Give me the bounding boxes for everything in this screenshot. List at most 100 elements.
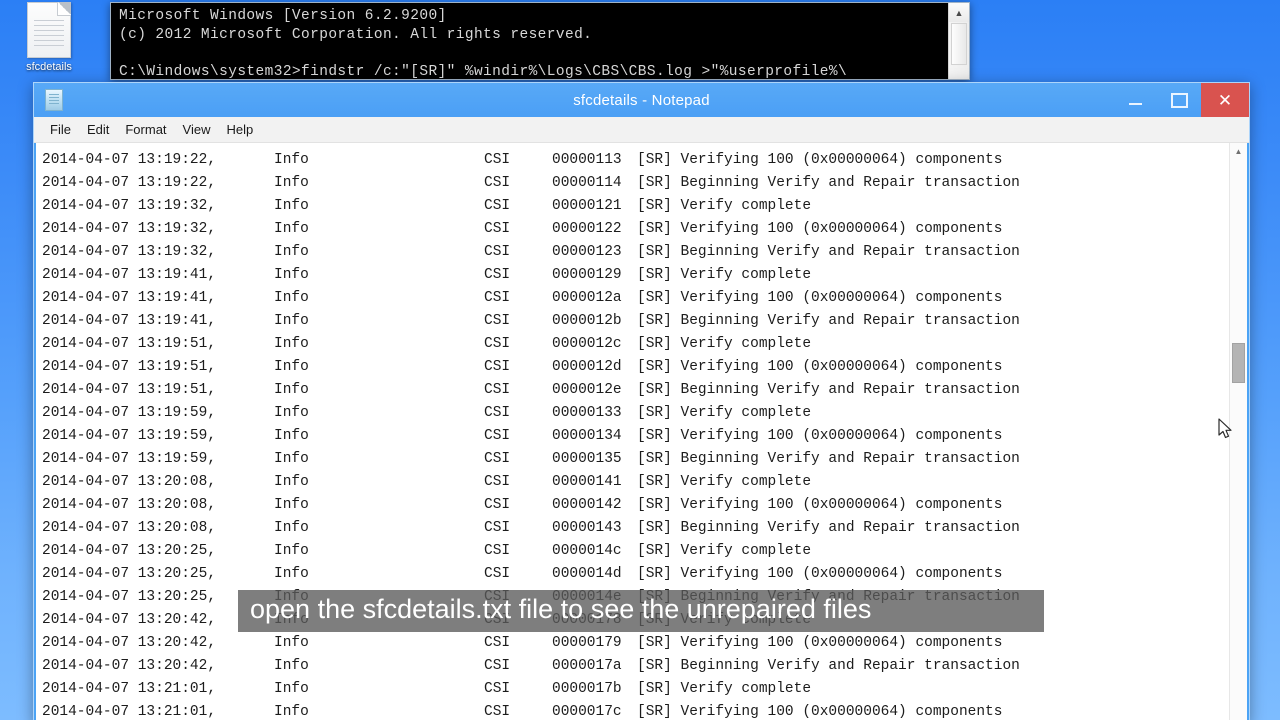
log-message: [SR] Verify complete bbox=[637, 405, 812, 421]
log-line: 2014-04-07 13:19:59, Info CSI 00000133 [SR] … bbox=[42, 402, 1229, 425]
log-source: CSI bbox=[484, 382, 511, 398]
log-timestamp: 2014-04-07 13:20:42, bbox=[42, 658, 217, 674]
scroll-up-arrow-icon[interactable]: ▲ bbox=[1230, 143, 1247, 160]
log-timestamp: 2014-04-07 13:19:51, bbox=[42, 382, 217, 398]
log-level: Info bbox=[274, 382, 309, 398]
log-id: 00000114 bbox=[552, 175, 622, 191]
file-icon-lines bbox=[34, 20, 64, 50]
log-timestamp: 2014-04-07 13:20:25, bbox=[42, 566, 217, 582]
log-message: [SR] Verify complete bbox=[637, 474, 812, 490]
log-line: 2014-04-07 13:20:42, Info CSI 0000017a [SR] … bbox=[42, 655, 1229, 678]
desktop-icon-sfcdetails[interactable]: sfcdetails bbox=[6, 2, 92, 74]
log-source: CSI bbox=[484, 152, 511, 168]
log-timestamp: 2014-04-07 13:19:32, bbox=[42, 221, 217, 237]
log-line: 2014-04-07 13:21:01, Info CSI 0000017c [SR] … bbox=[42, 701, 1229, 720]
menu-bar: File Edit Format View Help bbox=[34, 117, 1249, 143]
log-line: 2014-04-07 13:19:51, Info CSI 0000012d [SR] … bbox=[42, 356, 1229, 379]
caption-overlay: open the sfcdetails.txt file to see the … bbox=[238, 590, 1044, 632]
log-message: [SR] Verify complete bbox=[637, 681, 812, 697]
menu-item-edit[interactable]: Edit bbox=[79, 120, 117, 140]
menu-item-file[interactable]: File bbox=[42, 120, 79, 140]
log-line: 2014-04-07 13:20:08, Info CSI 00000143 [SR] … bbox=[42, 517, 1229, 540]
log-id: 0000014d bbox=[552, 566, 622, 582]
text-editor-area[interactable]: 2014-04-07 13:19:22, Info CSI 00000113 [SR] … bbox=[36, 143, 1229, 720]
log-source: CSI bbox=[484, 520, 511, 536]
text-file-icon bbox=[27, 2, 71, 58]
log-source: CSI bbox=[484, 635, 511, 651]
log-source: CSI bbox=[484, 474, 511, 490]
log-line: 2014-04-07 13:19:51, Info CSI 0000012c [SR] … bbox=[42, 333, 1229, 356]
log-id: 0000012d bbox=[552, 359, 622, 375]
notepad-scrollbar[interactable]: ▲ bbox=[1229, 143, 1247, 720]
log-message: [SR] Verifying 100 (0x00000064) componen… bbox=[637, 221, 1003, 237]
log-timestamp: 2014-04-07 13:19:41, bbox=[42, 267, 217, 283]
log-message: [SR] Verify complete bbox=[637, 336, 812, 352]
log-id: 00000122 bbox=[552, 221, 622, 237]
log-level: Info bbox=[274, 244, 309, 260]
log-level: Info bbox=[274, 175, 309, 191]
log-source: CSI bbox=[484, 175, 511, 191]
log-id: 00000113 bbox=[552, 152, 622, 168]
log-line: 2014-04-07 13:20:42, Info CSI 00000179 [SR] … bbox=[42, 632, 1229, 655]
log-level: Info bbox=[274, 198, 309, 214]
log-source: CSI bbox=[484, 543, 511, 559]
log-source: CSI bbox=[484, 198, 511, 214]
notepad-icon bbox=[45, 89, 63, 111]
log-level: Info bbox=[274, 267, 309, 283]
log-message: [SR] Verifying 100 (0x00000064) componen… bbox=[637, 290, 1003, 306]
log-level: Info bbox=[274, 336, 309, 352]
menu-item-view[interactable]: View bbox=[175, 120, 219, 140]
log-timestamp: 2014-04-07 13:20:08, bbox=[42, 497, 217, 513]
desktop-screen: sfcdetails Microsoft Windows [Version 6.… bbox=[0, 0, 1280, 720]
log-timestamp: 2014-04-07 13:21:01, bbox=[42, 681, 217, 697]
log-line: 2014-04-07 13:19:51, Info CSI 0000012e [SR] … bbox=[42, 379, 1229, 402]
log-source: CSI bbox=[484, 704, 511, 720]
log-line: 2014-04-07 13:20:08, Info CSI 00000141 [SR] … bbox=[42, 471, 1229, 494]
log-message: [SR] Verifying 100 (0x00000064) componen… bbox=[637, 635, 1003, 651]
maximize-icon bbox=[1170, 92, 1188, 108]
log-source: CSI bbox=[484, 497, 511, 513]
log-source: CSI bbox=[484, 336, 511, 352]
log-level: Info bbox=[274, 428, 309, 444]
scrollbar-thumb[interactable] bbox=[951, 23, 967, 65]
notepad-titlebar[interactable]: sfcdetails - Notepad ✕ bbox=[34, 83, 1249, 117]
menu-item-help[interactable]: Help bbox=[218, 120, 261, 140]
log-timestamp: 2014-04-07 13:19:41, bbox=[42, 290, 217, 306]
desktop-icon-label: sfcdetails bbox=[26, 61, 72, 73]
scroll-up-arrow-icon[interactable]: ▲ bbox=[949, 3, 969, 22]
log-message: [SR] Beginning Verify and Repair transac… bbox=[637, 175, 1020, 191]
log-message: [SR] Beginning Verify and Repair transac… bbox=[637, 313, 1020, 329]
log-timestamp: 2014-04-07 13:19:41, bbox=[42, 313, 217, 329]
command-prompt-window[interactable]: Microsoft Windows [Version 6.2.9200] (c)… bbox=[110, 2, 970, 80]
maximize-button[interactable] bbox=[1157, 83, 1201, 117]
log-message: [SR] Verify complete bbox=[637, 543, 812, 559]
log-line: 2014-04-07 13:19:41, Info CSI 0000012b [SR] … bbox=[42, 310, 1229, 333]
log-timestamp: 2014-04-07 13:19:32, bbox=[42, 198, 217, 214]
log-line: 2014-04-07 13:20:25, Info CSI 0000014c [SR] … bbox=[42, 540, 1229, 563]
log-timestamp: 2014-04-07 13:20:25, bbox=[42, 543, 217, 559]
log-id: 00000179 bbox=[552, 635, 622, 651]
log-timestamp: 2014-04-07 13:20:08, bbox=[42, 474, 217, 490]
log-timestamp: 2014-04-07 13:21:01, bbox=[42, 704, 217, 720]
log-line: 2014-04-07 13:20:08, Info CSI 00000142 [SR] … bbox=[42, 494, 1229, 517]
log-line: 2014-04-07 13:19:59, Info CSI 00000135 [SR] … bbox=[42, 448, 1229, 471]
window-title: sfcdetails - Notepad bbox=[573, 91, 710, 109]
log-message: [SR] Verifying 100 (0x00000064) componen… bbox=[637, 152, 1003, 168]
log-id: 0000014c bbox=[552, 543, 622, 559]
log-level: Info bbox=[274, 313, 309, 329]
log-line: 2014-04-07 13:19:32, Info CSI 00000123 [SR] … bbox=[42, 241, 1229, 264]
log-id: 0000017c bbox=[552, 704, 622, 720]
log-level: Info bbox=[274, 543, 309, 559]
log-source: CSI bbox=[484, 428, 511, 444]
log-source: CSI bbox=[484, 405, 511, 421]
minimize-button[interactable] bbox=[1113, 83, 1157, 117]
log-id: 0000012b bbox=[552, 313, 622, 329]
command-prompt-scrollbar[interactable]: ▲ bbox=[948, 3, 969, 79]
scrollbar-thumb[interactable] bbox=[1232, 343, 1245, 383]
log-level: Info bbox=[274, 566, 309, 582]
log-timestamp: 2014-04-07 13:19:51, bbox=[42, 336, 217, 352]
close-button[interactable]: ✕ bbox=[1201, 83, 1249, 117]
log-id: 00000143 bbox=[552, 520, 622, 536]
log-source: CSI bbox=[484, 244, 511, 260]
menu-item-format[interactable]: Format bbox=[117, 120, 174, 140]
